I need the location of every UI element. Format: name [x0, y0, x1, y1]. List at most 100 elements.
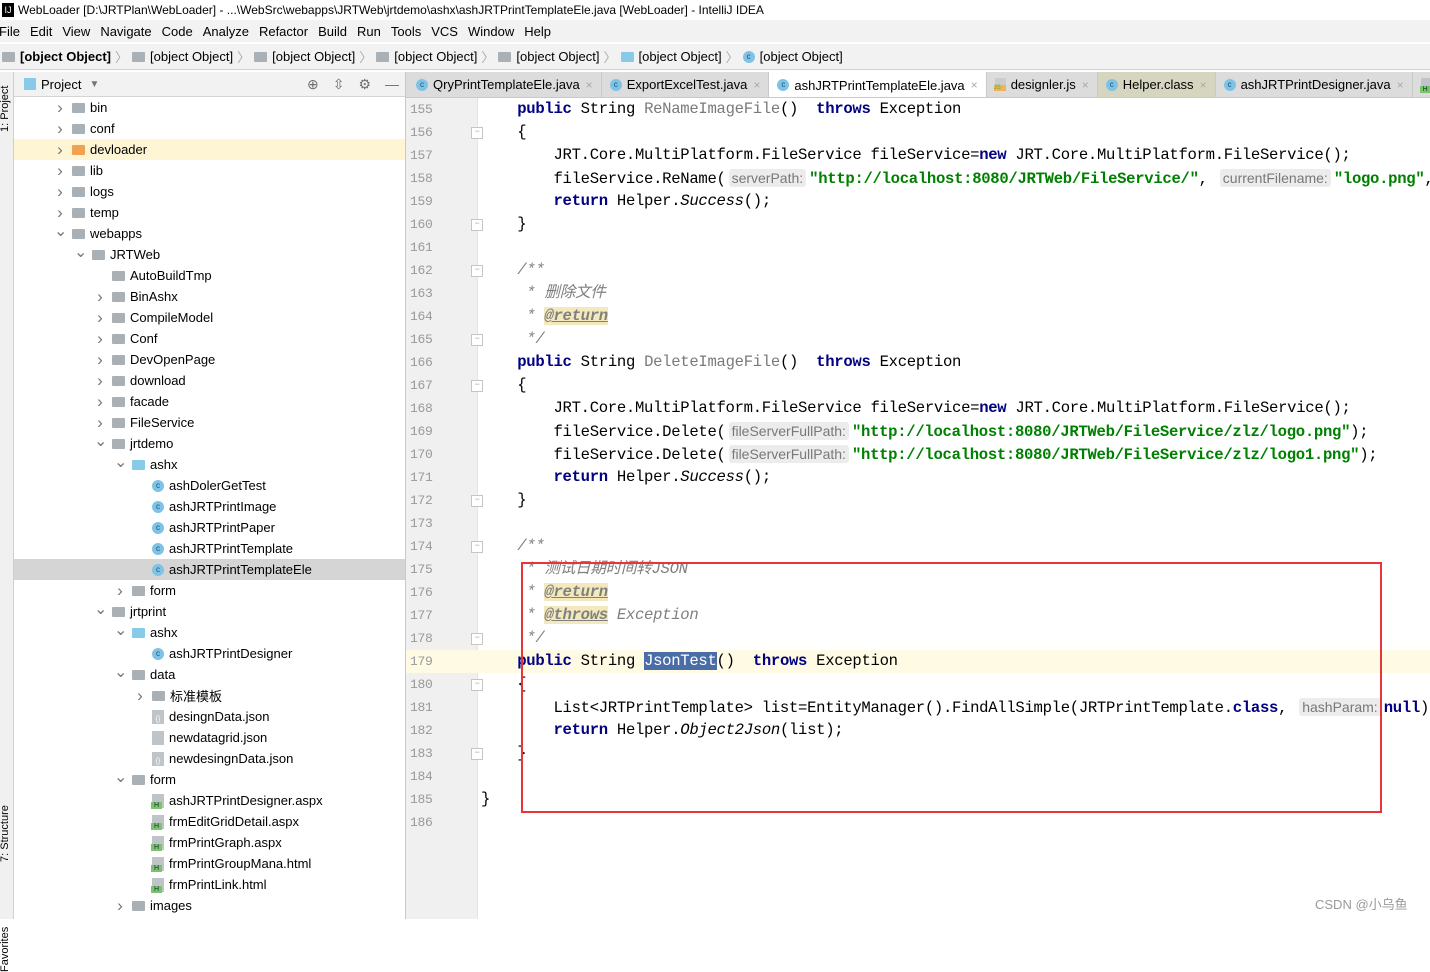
- tree-item[interactable]: frmPrintGraph.aspx: [14, 832, 405, 853]
- tree-item[interactable]: c ashJRTPrintDesigner: [14, 643, 405, 664]
- chevron-right-icon[interactable]: ›: [94, 371, 106, 391]
- tree-item[interactable]: {} desingnData.json: [14, 706, 405, 727]
- menu-tools[interactable]: Tools: [389, 24, 423, 39]
- tree-item[interactable]: ⌄ JRTWeb: [14, 244, 405, 265]
- close-icon[interactable]: ×: [753, 78, 760, 92]
- tab-a[interactable]: a: [1412, 72, 1430, 97]
- chevron-right-icon[interactable]: ›: [54, 182, 66, 202]
- tree-item[interactable]: {} newdesingnData.json: [14, 748, 405, 769]
- menu-edit[interactable]: Edit: [28, 24, 54, 39]
- project-view-selector[interactable]: Project: [41, 77, 81, 92]
- tab-helper-class[interactable]: c Helper.class ×: [1097, 72, 1216, 97]
- tree-item[interactable]: ⌄ jrtdemo: [14, 433, 405, 454]
- menu-navigate[interactable]: Navigate: [98, 24, 153, 39]
- tree-item[interactable]: ⌄ ashx: [14, 454, 405, 475]
- chevron-right-icon[interactable]: ›: [114, 896, 126, 916]
- tree-item[interactable]: c ashJRTPrintTemplate: [14, 538, 405, 559]
- chevron-right-icon[interactable]: ›: [114, 581, 126, 601]
- tree-item[interactable]: › download: [14, 370, 405, 391]
- tree-item[interactable]: ashJRTPrintDesigner.aspx: [14, 790, 405, 811]
- chevron-right-icon[interactable]: ›: [94, 308, 106, 328]
- menu-build[interactable]: Build: [316, 24, 349, 39]
- tree-item[interactable]: › form: [14, 580, 405, 601]
- tree-item[interactable]: › logs: [14, 181, 405, 202]
- tree-item[interactable]: ⌄ data: [14, 664, 405, 685]
- tree-item[interactable]: ⌄ ashx: [14, 622, 405, 643]
- favorites-tool-button[interactable]: Favorites: [0, 927, 11, 972]
- tree-item[interactable]: frmPrintLink.html: [14, 874, 405, 895]
- tree-item[interactable]: › bin: [14, 97, 405, 118]
- tree-item[interactable]: ⌄ webapps: [14, 223, 405, 244]
- tab-exportexceltest-java[interactable]: c ExportExcelTest.java ×: [601, 72, 770, 97]
- tree-item[interactable]: › 标准模板: [14, 685, 405, 706]
- tab-ashjrtprinttemplateele-java[interactable]: c ashJRTPrintTemplateEle.java ×: [769, 72, 987, 97]
- chevron-down-icon[interactable]: ⌄: [74, 242, 87, 262]
- chevron-right-icon[interactable]: ›: [54, 161, 66, 181]
- chevron-down-icon[interactable]: ⌄: [54, 221, 67, 241]
- close-icon[interactable]: ×: [1082, 78, 1089, 92]
- minimize-icon[interactable]: —: [385, 76, 399, 93]
- menu-code[interactable]: Code: [160, 24, 195, 39]
- chevron-right-icon[interactable]: ›: [54, 98, 66, 118]
- tab-ashjrtprintdesigner-java[interactable]: c ashJRTPrintDesigner.java ×: [1215, 72, 1413, 97]
- breadcrumb-item[interactable]: [object Object] 〉: [498, 47, 617, 66]
- chevron-right-icon[interactable]: ›: [94, 413, 106, 433]
- chevron-down-icon[interactable]: ⌄: [114, 767, 127, 787]
- tree-item[interactable]: › Conf: [14, 328, 405, 349]
- chevron-down-icon[interactable]: ⌄: [114, 452, 127, 472]
- chevron-right-icon[interactable]: ›: [54, 119, 66, 139]
- close-icon[interactable]: ×: [1397, 78, 1404, 92]
- breadcrumb-item[interactable]: [object Object] 〉: [254, 47, 372, 66]
- tree-item[interactable]: › FileService: [14, 412, 405, 433]
- gear-icon[interactable]: ⚙: [358, 76, 371, 93]
- menu-run[interactable]: Run: [355, 24, 383, 39]
- tree-item[interactable]: › DevOpenPage: [14, 349, 405, 370]
- menu-analyze[interactable]: Analyze: [201, 24, 251, 39]
- structure-tool-button[interactable]: 7: Structure: [0, 805, 11, 862]
- tree-item[interactable]: c ashJRTPrintPaper: [14, 517, 405, 538]
- chevron-right-icon[interactable]: ›: [54, 140, 66, 160]
- breadcrumb-item[interactable]: [object Object] 〉: [620, 47, 739, 66]
- tree-item[interactable]: frmEditGridDetail.aspx: [14, 811, 405, 832]
- tree-item[interactable]: › facade: [14, 391, 405, 412]
- close-icon[interactable]: ×: [1200, 78, 1207, 92]
- tree-item[interactable]: › devloader: [14, 139, 405, 160]
- tree-item[interactable]: › temp: [14, 202, 405, 223]
- breadcrumb-item[interactable]: c [object Object]: [742, 49, 843, 64]
- tree-item[interactable]: c ashJRTPrintImage: [14, 496, 405, 517]
- menu-help[interactable]: Help: [522, 24, 553, 39]
- menu-window[interactable]: Window: [466, 24, 516, 39]
- chevron-right-icon[interactable]: ›: [94, 329, 106, 349]
- locate-icon[interactable]: ⊕: [307, 76, 319, 93]
- collapse-all-icon[interactable]: ⇳: [333, 76, 345, 93]
- chevron-right-icon[interactable]: ›: [94, 392, 106, 412]
- chevron-down-icon[interactable]: ⌄: [114, 620, 127, 640]
- project-tool-button[interactable]: 1: Project: [0, 86, 11, 132]
- menu-view[interactable]: View: [60, 24, 92, 39]
- tree-item[interactable]: ⌄ form: [14, 769, 405, 790]
- chevron-right-icon[interactable]: ›: [54, 203, 66, 223]
- tree-item[interactable]: c ashJRTPrintTemplateEle: [14, 559, 405, 580]
- chevron-down-icon[interactable]: ▼: [89, 79, 99, 90]
- breadcrumb-item[interactable]: [object Object] 〉: [376, 47, 494, 66]
- tree-item[interactable]: ⌄ jrtprint: [14, 601, 405, 622]
- chevron-right-icon[interactable]: ›: [94, 350, 106, 370]
- tree-item[interactable]: c ashDolerGetTest: [14, 475, 405, 496]
- code-editor[interactable]: 155 public String ReNameImageFile() thro…: [406, 98, 1430, 919]
- menu-file[interactable]: File: [0, 24, 22, 39]
- chevron-down-icon[interactable]: ⌄: [94, 431, 107, 451]
- breadcrumb-item[interactable]: [object Object] 〉: [132, 47, 250, 66]
- menu-vcs[interactable]: VCS: [429, 24, 460, 39]
- tab-designler-js[interactable]: designler.js ×: [986, 72, 1098, 97]
- tab-qryprinttemplateele-java[interactable]: c QryPrintTemplateEle.java ×: [406, 72, 602, 97]
- close-icon[interactable]: ×: [971, 78, 978, 92]
- chevron-right-icon[interactable]: ›: [94, 287, 106, 307]
- tree-item[interactable]: › BinAshx: [14, 286, 405, 307]
- chevron-down-icon[interactable]: ⌄: [94, 599, 107, 619]
- tree-item[interactable]: › conf: [14, 118, 405, 139]
- close-icon[interactable]: ×: [586, 78, 593, 92]
- tree-item[interactable]: › lib: [14, 160, 405, 181]
- tree-item[interactable]: newdatagrid.json: [14, 727, 405, 748]
- breadcrumb-item[interactable]: [object Object] 〉: [2, 47, 128, 66]
- menu-refactor[interactable]: Refactor: [257, 24, 310, 39]
